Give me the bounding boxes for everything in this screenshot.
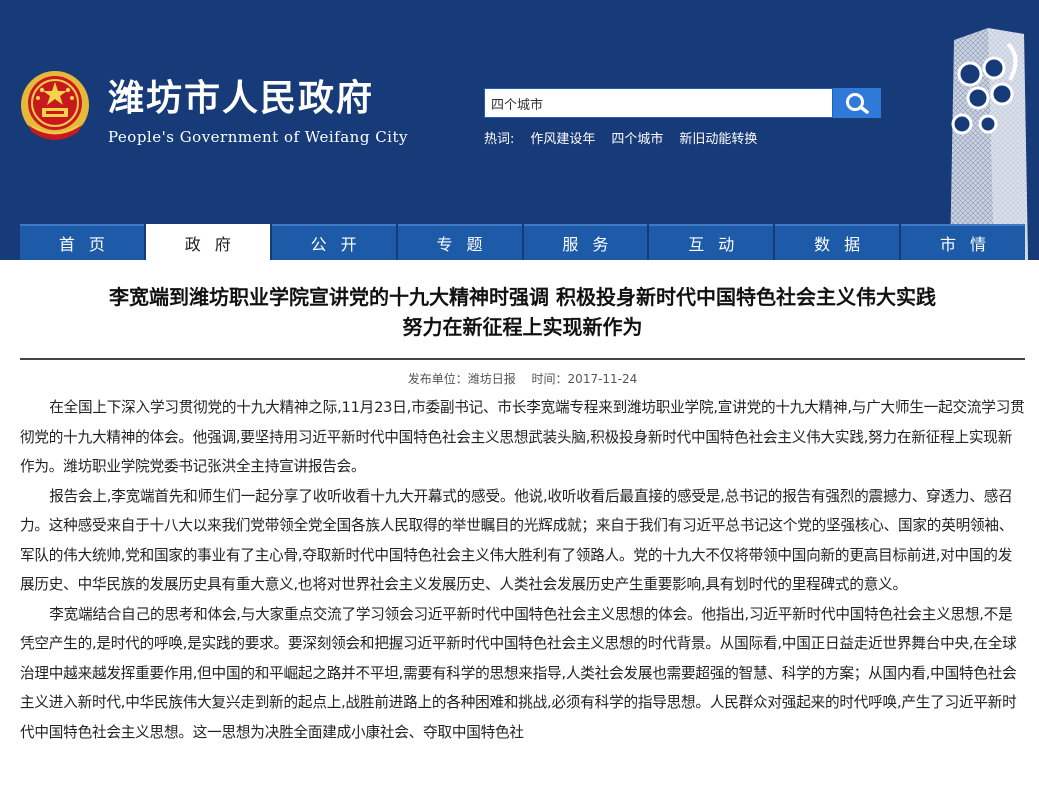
site-header: 潍坊市人民政府 People's Government of Weifang C…: [0, 0, 1039, 260]
article-title-line: 李宽端到潍坊职业学院宣讲党的十九大精神时强调 积极投身新时代中国特色社会主义伟大…: [109, 285, 936, 309]
search-box: [484, 88, 833, 118]
title-divider: [20, 358, 1025, 360]
article-publisher: 发布单位：潍坊日报: [407, 372, 516, 386]
article-time: 时间：2017-11-24: [531, 372, 638, 386]
nav-item-open[interactable]: 公开: [271, 224, 396, 260]
search-icon: [846, 93, 869, 114]
nav-item-services[interactable]: 服务: [523, 224, 648, 260]
hot-word-link[interactable]: 四个城市: [611, 128, 663, 147]
nav-item-government[interactable]: 政府: [145, 224, 270, 260]
article-paragraph: 报告会上,李宽端首先和师生们一起分享了收听收看十九大开幕式的感受。他说,收听收看…: [20, 487, 1014, 594]
main-nav: 首页 政府 公开 专题 服务 互动 数据 市情: [20, 224, 1025, 260]
article-title-line: 努力在新征程上实现新作为: [402, 315, 643, 339]
site-subtitle: People's Government of Weifang City: [108, 128, 408, 146]
article-meta: 发布单位：潍坊日报 时间：2017-11-24: [20, 370, 1025, 387]
search-input[interactable]: [485, 89, 832, 117]
article: 李宽端到潍坊职业学院宣讲党的十九大精神时强调 积极投身新时代中国特色社会主义伟大…: [20, 260, 1025, 747]
hot-word-link[interactable]: 作风建设年: [530, 128, 595, 147]
article-title: 李宽端到潍坊职业学院宣讲党的十九大精神时强调 积极投身新时代中国特色社会主义伟大…: [20, 260, 1025, 342]
article-body: 在全国上下深入学习贯彻党的十九大精神之际,11月23日,市委副书记、市长李宽端专…: [20, 393, 1025, 747]
national-emblem-icon: [21, 71, 89, 140]
article-paragraph: 在全国上下深入学习贯彻党的十九大精神之际,11月23日,市委副书记、市长李宽端专…: [20, 399, 1025, 475]
hot-word-link[interactable]: 新旧动能转换: [679, 128, 757, 147]
nav-item-home[interactable]: 首页: [20, 224, 144, 260]
nav-item-topics[interactable]: 专题: [397, 224, 522, 260]
nav-item-data[interactable]: 数据: [775, 224, 900, 260]
nav-item-interaction[interactable]: 互动: [649, 224, 774, 260]
nav-item-city-info[interactable]: 市情: [901, 224, 1025, 260]
hot-words: 热词: 作风建设年 四个城市 新旧动能转换: [484, 128, 757, 147]
article-paragraph: 李宽端结合自己的思考和体会,与大家重点交流了学习领会习近平新时代中国特色社会主义…: [20, 605, 1017, 741]
search-button[interactable]: [833, 88, 881, 118]
site-title[interactable]: 潍坊市人民政府: [108, 76, 374, 120]
hot-words-label: 热词:: [484, 132, 515, 147]
